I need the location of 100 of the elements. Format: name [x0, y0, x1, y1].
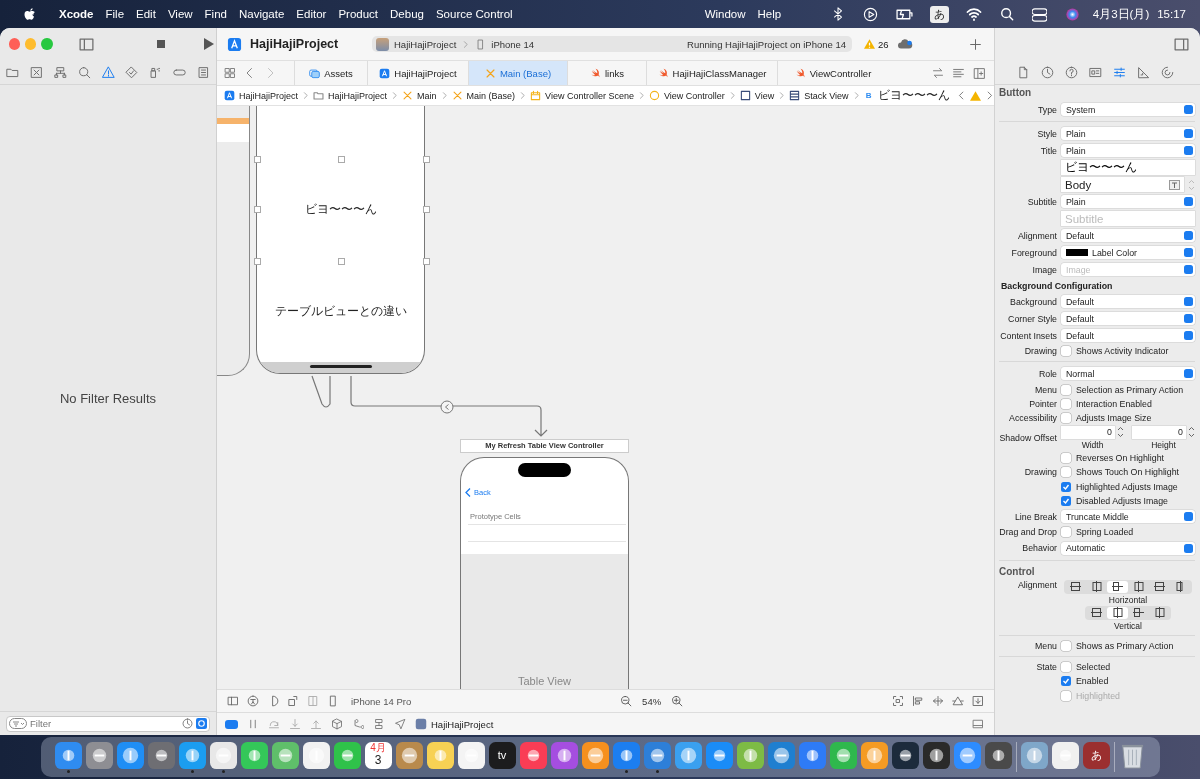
accessibility-icon[interactable]: [247, 695, 259, 707]
app-icon[interactable]: [767, 741, 795, 769]
popup-button[interactable]: Truncate Middle: [1061, 510, 1195, 524]
embed-icon[interactable]: [972, 695, 984, 707]
play-icon[interactable]: [862, 6, 878, 22]
location-icon[interactable]: [394, 718, 406, 730]
checkbox[interactable]: Adjusts Image Size: [1061, 413, 1152, 424]
ruler-icon[interactable]: [1137, 65, 1150, 79]
zoom-level[interactable]: 54%: [642, 695, 662, 707]
pause-icon[interactable]: [247, 718, 259, 730]
stepper-icon[interactable]: [1188, 426, 1195, 439]
menu-item[interactable]: Editor: [290, 8, 333, 20]
menu-item[interactable]: Help: [751, 8, 788, 20]
editor-tab[interactable]: links: [567, 61, 646, 85]
popup-button[interactable]: Default: [1061, 312, 1195, 325]
debug-icon[interactable]: [149, 65, 163, 79]
file-icon[interactable]: [1017, 65, 1030, 79]
app-icon[interactable]: [643, 741, 671, 769]
input-method-indicator[interactable]: あ: [929, 5, 949, 23]
memory-icon[interactable]: [373, 718, 385, 730]
identity-card-icon[interactable]: [1089, 65, 1102, 79]
app-icon[interactable]: [271, 741, 299, 769]
path-item[interactable]: HajiHajiProject: [313, 90, 388, 101]
debug-area-toggle-icon[interactable]: [225, 719, 238, 729]
app-icon[interactable]: [798, 741, 826, 769]
path-item[interactable]: View: [739, 90, 775, 101]
columns-icon[interactable]: [307, 695, 319, 707]
editor-tab[interactable]: HajiHajiClassManager: [646, 61, 777, 85]
apple-icon[interactable]: [23, 6, 38, 22]
phone-icon[interactable]: [327, 695, 339, 707]
path-item[interactable]: Main (Base): [451, 90, 516, 101]
checkbox[interactable]: Selected: [1061, 662, 1111, 673]
popup-button[interactable]: System: [1061, 103, 1195, 116]
debug-target[interactable]: HajiHajiProject: [431, 718, 494, 730]
text-field[interactable]: ビヨ〜〜〜ん: [1061, 160, 1195, 175]
app-icon[interactable]: [395, 741, 423, 769]
app-icon[interactable]: [550, 741, 578, 769]
filter-menu-icon[interactable]: [9, 718, 27, 729]
popup-button[interactable]: Default: [1061, 229, 1195, 242]
app-icon[interactable]: [829, 741, 857, 769]
popup-button[interactable]: Plain: [1061, 127, 1195, 140]
checkbox[interactable]: Shows Touch On Highlight: [1061, 467, 1179, 478]
path-item[interactable]: B ビヨ〜〜〜ん: [863, 88, 950, 103]
resize-handle[interactable]: [423, 258, 430, 265]
editor-tab[interactable]: Assets: [294, 61, 367, 85]
cloud-icon[interactable]: [896, 38, 913, 50]
checkbox[interactable]: Shows Activity Indicator: [1061, 346, 1169, 357]
app-icon[interactable]: [891, 741, 919, 769]
app-icon[interactable]: [147, 741, 175, 769]
menu-bar-date[interactable]: 4月3日(月): [1088, 6, 1154, 22]
number-field[interactable]: 0: [1061, 425, 1115, 439]
app-icon[interactable]: [984, 741, 1012, 769]
button-title[interactable]: テーブルビューとの違い: [257, 304, 424, 319]
swap-icon[interactable]: [932, 67, 944, 79]
app-icon[interactable]: [519, 741, 547, 769]
rotate-icon[interactable]: [287, 695, 299, 707]
path-item[interactable]: Stack View: [789, 90, 849, 101]
popup-button[interactable]: Default: [1061, 329, 1195, 342]
menu-item[interactable]: Source Control: [429, 8, 519, 20]
resize-handle[interactable]: [254, 156, 261, 163]
app-menu[interactable]: Xcode: [53, 8, 100, 20]
popup-button[interactable]: Plain: [1061, 195, 1195, 208]
warning-icon[interactable]: [101, 65, 115, 79]
segue-icon[interactable]: [440, 400, 454, 414]
menu-item[interactable]: Edit: [130, 8, 162, 20]
app-icon[interactable]: [674, 741, 702, 769]
scheme-icon[interactable]: [376, 37, 389, 51]
fit-icon[interactable]: [892, 695, 904, 707]
app-icon[interactable]: [333, 741, 361, 769]
connections-icon[interactable]: [1161, 65, 1174, 79]
branch-icon[interactable]: [352, 718, 364, 730]
text-style-icon[interactable]: [1169, 179, 1180, 190]
app-icon[interactable]: [116, 741, 144, 769]
app-icon[interactable]: tv: [488, 741, 516, 769]
resize-handle[interactable]: [254, 206, 261, 213]
menu-item[interactable]: File: [99, 8, 131, 20]
app-icon[interactable]: [209, 741, 237, 769]
stepper-icon[interactable]: [1117, 426, 1124, 439]
color-popup[interactable]: Label Color: [1061, 246, 1195, 259]
app-icon[interactable]: [705, 741, 733, 769]
menu-item[interactable]: Find: [198, 8, 233, 20]
menu-item[interactable]: Window: [698, 8, 752, 20]
app-icon[interactable]: [612, 741, 640, 769]
report-icon[interactable]: [197, 65, 210, 79]
app-icon[interactable]: [240, 741, 268, 769]
menu-item[interactable]: Debug: [384, 8, 430, 20]
editor-tab[interactable]: ViewController: [777, 61, 888, 85]
clock-icon[interactable]: [1041, 65, 1054, 79]
menu-item[interactable]: View: [161, 8, 199, 20]
device-name[interactable]: iPhone 14 Pro: [351, 695, 412, 707]
wifi-icon[interactable]: [965, 6, 982, 22]
issue-box-icon[interactable]: [29, 65, 43, 79]
checkbox[interactable]: Shows as Primary Action: [1061, 640, 1174, 651]
app-icon[interactable]: [302, 741, 330, 769]
app-icon[interactable]: [426, 741, 454, 769]
button-title[interactable]: ビヨ〜〜〜ん: [257, 202, 424, 217]
resize-handle[interactable]: [254, 258, 261, 265]
help-icon[interactable]: [1065, 65, 1078, 79]
resize-handle[interactable]: [423, 206, 430, 213]
app-icon[interactable]: あ: [1082, 741, 1110, 769]
